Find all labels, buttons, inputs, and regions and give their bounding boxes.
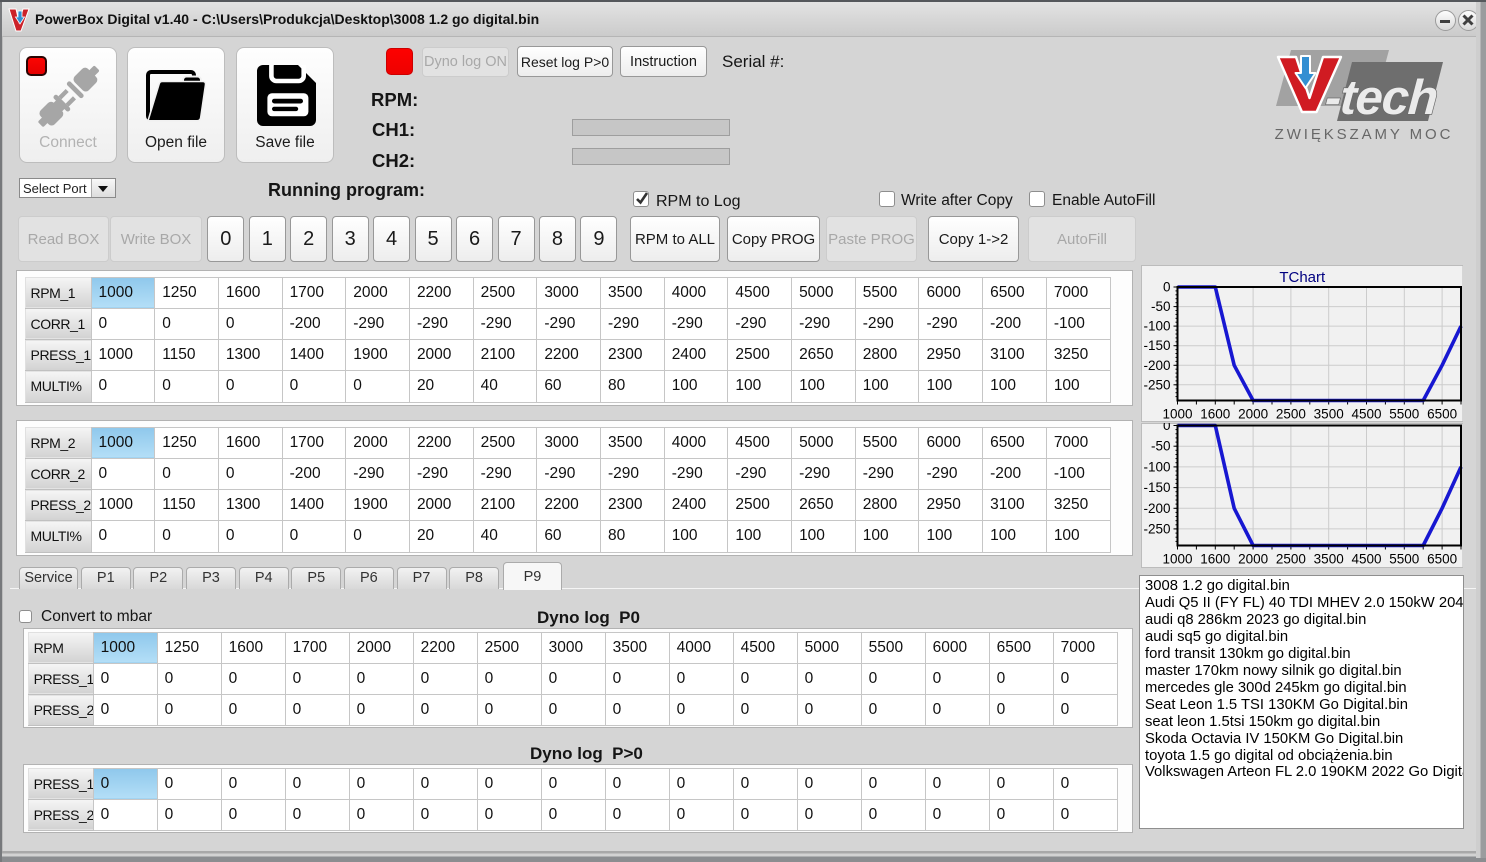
svg-text:3500: 3500 <box>1313 407 1343 422</box>
svg-text:2000: 2000 <box>1238 552 1268 567</box>
svg-text:-200: -200 <box>1143 501 1170 516</box>
svg-text:-50: -50 <box>1150 439 1170 454</box>
svg-text:1600: 1600 <box>1200 407 1230 422</box>
svg-text:-150: -150 <box>1143 480 1170 495</box>
svg-text:1600: 1600 <box>1200 552 1230 567</box>
svg-text:-200: -200 <box>1143 358 1170 373</box>
svg-text:6500: 6500 <box>1427 552 1457 567</box>
svg-text:0: 0 <box>1162 280 1170 295</box>
svg-text:0: 0 <box>1162 423 1170 433</box>
svg-text:-50: -50 <box>1150 299 1170 314</box>
svg-text:3500: 3500 <box>1313 552 1343 567</box>
svg-text:2500: 2500 <box>1275 552 1305 567</box>
svg-text:1000: 1000 <box>1162 407 1192 422</box>
svg-text:2500: 2500 <box>1275 407 1305 422</box>
svg-text:4500: 4500 <box>1351 552 1381 567</box>
svg-text:4500: 4500 <box>1351 407 1381 422</box>
svg-text:-tech: -tech <box>1323 71 1439 125</box>
svg-text:2000: 2000 <box>1238 407 1268 422</box>
svg-text:6500: 6500 <box>1427 407 1457 422</box>
svg-text:1000: 1000 <box>1162 552 1192 567</box>
svg-text:TChart: TChart <box>1279 269 1326 286</box>
svg-text:-150: -150 <box>1143 338 1170 353</box>
svg-text:-100: -100 <box>1143 459 1170 474</box>
svg-text:-250: -250 <box>1143 521 1170 536</box>
svg-text:5500: 5500 <box>1389 407 1419 422</box>
svg-text:ZWIĘKSZAMY MOC: ZWIĘKSZAMY MOC <box>1275 126 1454 143</box>
svg-text:5500: 5500 <box>1389 552 1419 567</box>
svg-text:-250: -250 <box>1143 377 1170 392</box>
svg-text:-100: -100 <box>1143 319 1170 334</box>
